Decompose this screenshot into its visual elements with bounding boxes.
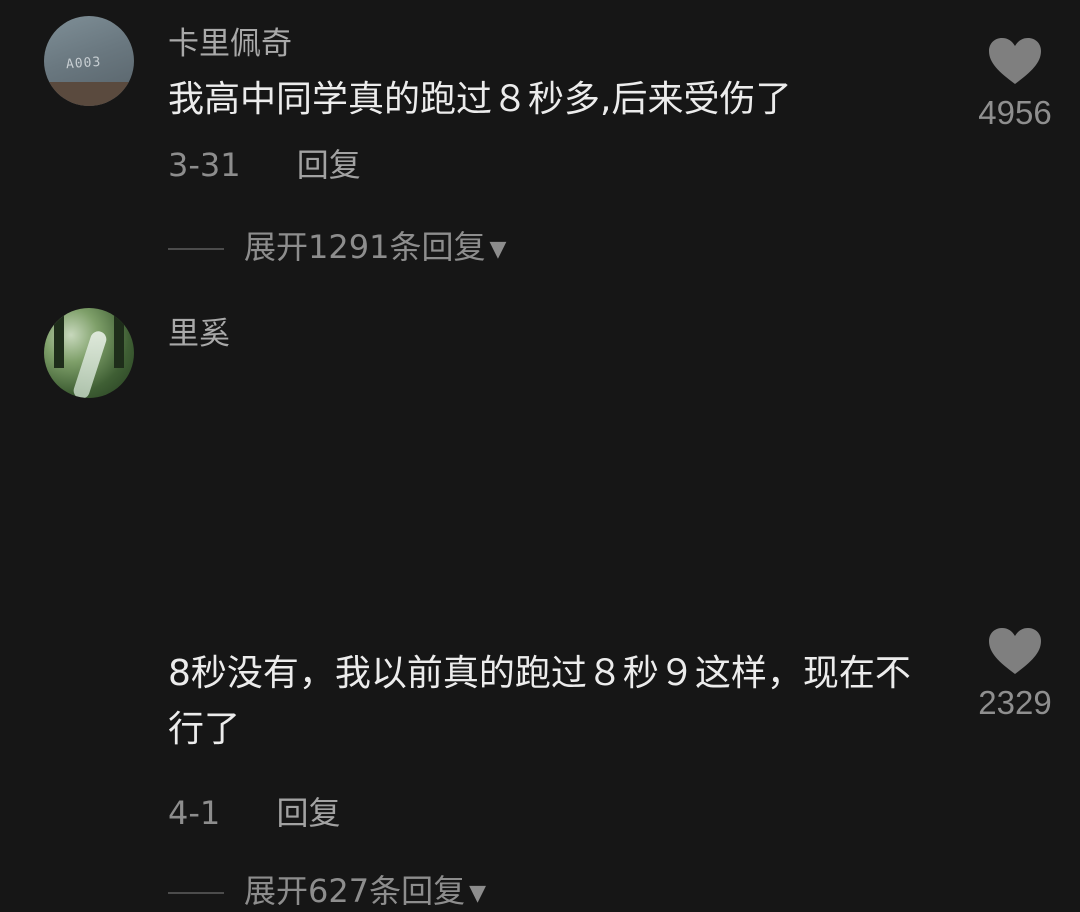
comment-text: 我高中同学真的跑过８秒多,后来受伤了 [168,79,792,120]
reply-button[interactable]: 回复 [297,140,361,186]
expand-replies-button[interactable]: 展开1291条回复 ▼ [168,222,506,268]
like-count: 4956 [978,94,1052,131]
username[interactable]: 里奚 [168,308,230,353]
comment-text: 8秒没有，我以前真的跑过８秒９这样，现在不行了 [168,653,911,750]
reply-button[interactable]: 回复 [276,788,340,834]
like-button[interactable]: 4956 [960,36,1070,132]
divider-line [168,248,224,250]
username[interactable]: 卡里佩奇 [168,18,292,63]
avatar-stream [71,329,109,398]
avatar-tree [114,308,124,368]
avatar-text: A003 [65,54,102,73]
avatar-tree [54,308,64,368]
caret-down-icon: ▼ [469,880,487,906]
like-button[interactable]: 2329 [960,626,1070,722]
comment-item: A003 卡里佩奇 我高中同学真的跑过８秒多,后来受伤了 3-31 回复 展开1… [0,0,1080,300]
avatar[interactable]: A003 [44,16,134,106]
comment-date: 3-31 [168,146,241,184]
heart-icon [989,38,1041,84]
comment-meta: 3-31 回复 [168,140,361,186]
avatar-stripe [44,82,134,106]
comment-item: 里奚 8秒没有，我以前真的跑过８秒９这样，现在不行了 4-1 回复 展开627条… [0,300,1080,910]
expand-replies-label: 展开1291条回复 [244,228,486,266]
divider-line [168,892,224,894]
expand-replies-label: 展开627条回复 [244,872,466,910]
comment-date: 4-1 [168,794,221,832]
like-count: 2329 [978,684,1052,721]
heart-icon [989,628,1041,674]
comment-meta: 4-1 回复 [168,788,340,834]
caret-down-icon: ▼ [489,236,507,262]
avatar[interactable] [44,308,134,398]
expand-replies-button[interactable]: 展开627条回复 ▼ [168,866,486,912]
